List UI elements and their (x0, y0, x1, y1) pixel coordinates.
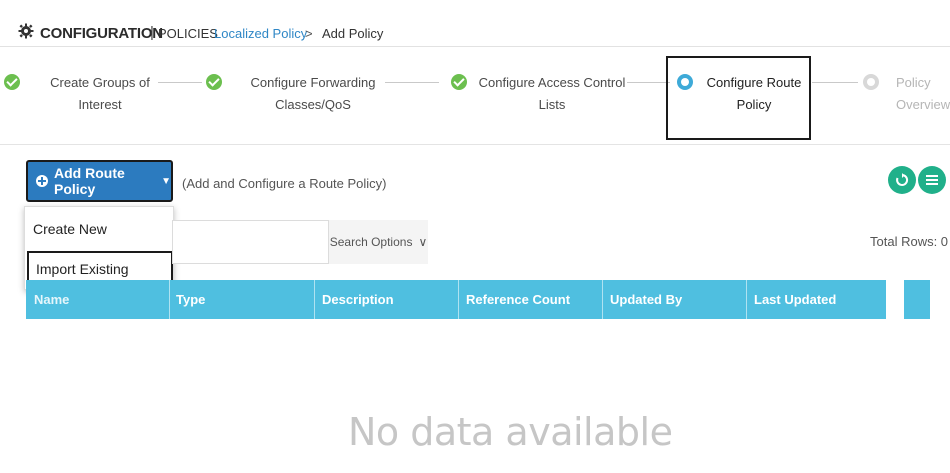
total-rows-count: Total Rows: 0 (870, 234, 949, 249)
page-title: CONFIGURATION (40, 25, 163, 42)
page-subtitle: POLICIES (158, 26, 218, 41)
gear-icon (18, 23, 34, 39)
column-header-type[interactable]: Type (176, 292, 205, 307)
create-new-option[interactable]: Create New (25, 221, 173, 237)
breadcrumb-localized-policy-link[interactable]: Localized Policy (214, 26, 307, 41)
menu-icon (926, 175, 938, 185)
top-bar: CONFIGURATION | POLICIES Localized Polic… (0, 0, 950, 47)
step-1-label[interactable]: Create Groups of Interest (36, 72, 164, 116)
empty-state-text: No data available (348, 410, 673, 454)
column-divider (458, 280, 459, 319)
search-options-label: Search Options (329, 235, 413, 249)
column-divider (746, 280, 747, 319)
table-header: Name Type Description Reference Count Up… (26, 280, 886, 319)
search-options-button[interactable]: Search Options ∨ (328, 220, 428, 264)
refresh-button[interactable] (888, 166, 916, 194)
step-5-label[interactable]: Policy Overview (896, 72, 950, 116)
title-separator: | (150, 24, 154, 41)
column-divider (169, 280, 170, 319)
add-route-policy-hint: (Add and Configure a Route Policy) (182, 176, 387, 191)
step-2-label[interactable]: Configure Forwarding Classes/QoS (238, 72, 388, 116)
step-1-check-icon (4, 74, 20, 90)
column-settings-cell[interactable] (904, 280, 930, 319)
column-header-updated-by[interactable]: Updated By (610, 292, 682, 307)
step-2-check-icon (206, 74, 222, 90)
breadcrumb-separator: > (305, 26, 313, 41)
step-connector (812, 82, 858, 83)
refresh-icon (896, 173, 909, 186)
column-header-description[interactable]: Description (322, 292, 394, 307)
plus-circle-icon (36, 175, 48, 187)
add-route-policy-label: Add Route Policy (54, 165, 125, 197)
add-policy-dropdown: Create New Import Existing (24, 206, 174, 290)
step-3-label[interactable]: Configure Access Control Lists (472, 72, 632, 116)
column-divider (314, 280, 315, 319)
step-5-pending-icon (863, 74, 879, 90)
chevron-down-icon: ∨ (418, 235, 428, 249)
column-header-last-updated[interactable]: Last Updated (754, 292, 836, 307)
active-step-highlight (666, 56, 811, 140)
column-header-reference-count[interactable]: Reference Count (466, 292, 570, 307)
column-header-name[interactable]: Name (34, 292, 69, 307)
add-route-policy-button[interactable]: Add Route Policy ▼ (26, 160, 173, 202)
breadcrumb-current: Add Policy (322, 26, 384, 41)
step-connector (385, 82, 439, 83)
step-connector (627, 82, 670, 83)
table-menu-button[interactable] (918, 166, 946, 194)
step-3-check-icon (451, 74, 467, 90)
step-connector (158, 82, 202, 83)
column-divider (602, 280, 603, 319)
caret-down-icon: ▼ (161, 175, 171, 187)
